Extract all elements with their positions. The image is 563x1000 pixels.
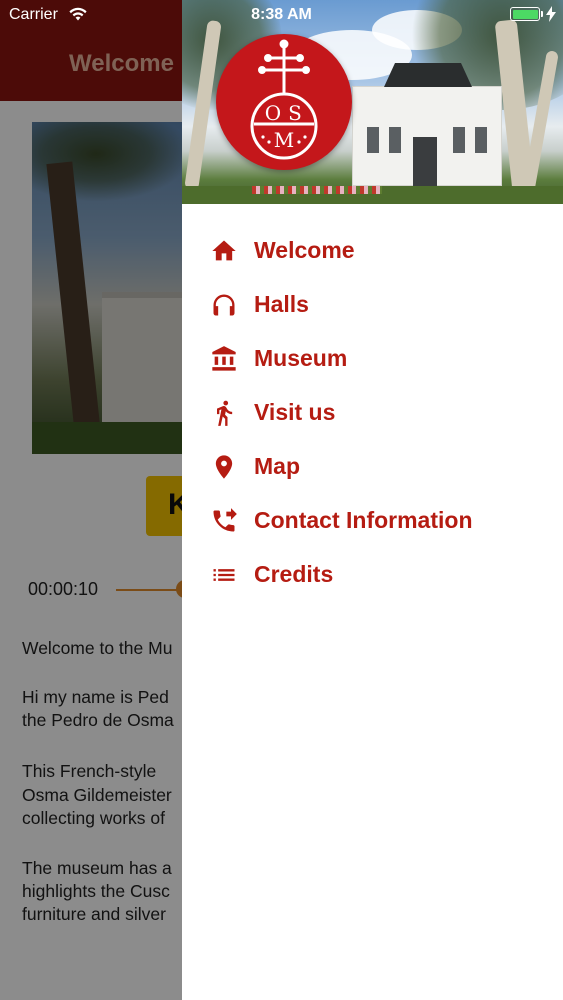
charging-bolt-icon: [546, 6, 556, 27]
clock: 8:38 AM: [251, 6, 312, 23]
logo-letter-s: S: [288, 101, 302, 125]
menu-item-welcome[interactable]: Welcome: [182, 224, 563, 278]
menu-item-label: Museum: [254, 345, 348, 371]
menu-item-label: Credits: [254, 561, 334, 587]
menu-item-label: Halls: [254, 291, 309, 317]
drawer-header-photo: O S M: [182, 0, 563, 204]
menu-item-label: Map: [254, 453, 300, 479]
menu-item-halls[interactable]: Halls: [182, 278, 563, 332]
menu-item-contact-information[interactable]: Contact Information: [182, 494, 563, 548]
menu-item-label: Visit us: [254, 399, 336, 425]
menu-item-credits[interactable]: Credits: [182, 548, 563, 602]
menu-item-museum[interactable]: Museum: [182, 332, 563, 386]
map-pin-icon: [210, 453, 238, 481]
status-bar: Carrier 8:38 AM: [0, 0, 563, 30]
phone-forward-icon: [210, 507, 238, 535]
museum-logo: O S M: [216, 34, 352, 170]
menu-item-label: Contact Information: [254, 507, 473, 533]
logo-letter-m: M: [274, 128, 294, 152]
home-icon: [210, 237, 238, 265]
navigation-drawer: O S M Welcome Halls Museum Visit us Map …: [182, 0, 563, 1000]
walking-person-icon: [210, 399, 238, 427]
battery-tip: [541, 11, 543, 17]
list-icon: [210, 561, 238, 589]
logo-letter-o: O: [265, 101, 281, 125]
museum-icon: [210, 345, 238, 373]
menu-item-label: Welcome: [254, 237, 355, 263]
battery-icon: [510, 7, 540, 21]
menu-item-map[interactable]: Map: [182, 440, 563, 494]
headphones-icon: [210, 291, 238, 319]
menu-item-visit-us[interactable]: Visit us: [182, 386, 563, 440]
